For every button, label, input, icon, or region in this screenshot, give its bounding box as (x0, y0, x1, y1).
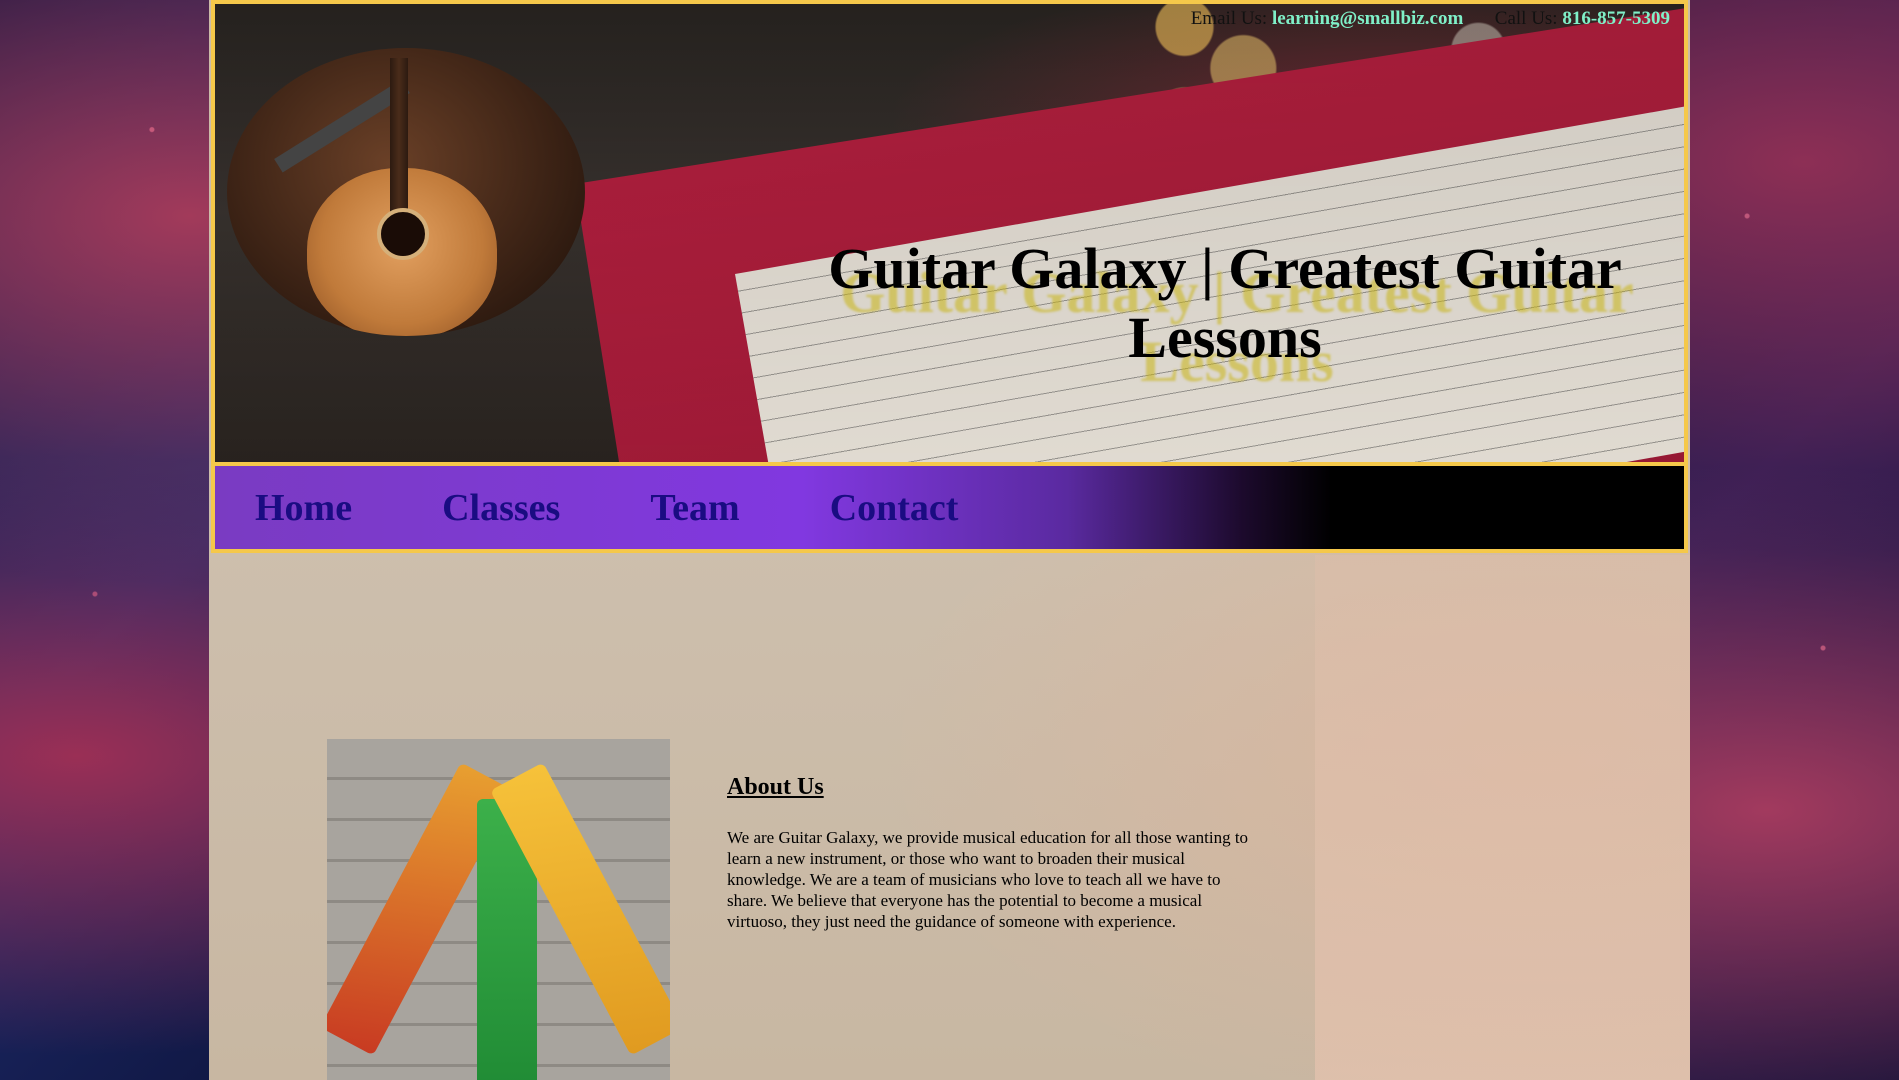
site-header: Email Us: learning@smallbiz.com Call Us:… (211, 0, 1688, 466)
page-container: Email Us: learning@smallbiz.com Call Us:… (209, 0, 1690, 1080)
guitar-logo-image (227, 48, 585, 336)
main-nav: Home Classes Team Contact (211, 466, 1688, 553)
email-link[interactable]: learning@smallbiz.com (1272, 8, 1463, 29)
nav-classes[interactable]: Classes (442, 486, 560, 530)
about-body: We are Guitar Galaxy, we provide musical… (727, 828, 1249, 931)
phone-link[interactable]: 816-857-5309 (1562, 8, 1670, 29)
decorative-panel (1315, 555, 1690, 1080)
site-title-wrap: Guitar Galaxy | Greatest Guitar Lessons (775, 234, 1675, 372)
contact-bar: Email Us: learning@smallbiz.com Call Us:… (1191, 8, 1670, 30)
email-label: Email Us: (1190, 8, 1268, 29)
nav-contact[interactable]: Contact (830, 486, 959, 530)
phone-label: Call Us: (1494, 8, 1558, 29)
guitars-photo (327, 739, 670, 1080)
nav-home[interactable]: Home (255, 486, 352, 530)
about-heading: About Us (727, 774, 824, 800)
about-section: About Us We are Guitar Galaxy, we provid… (727, 774, 1257, 932)
site-title: Guitar Galaxy | Greatest Guitar Lessons (828, 236, 1622, 370)
nav-team[interactable]: Team (650, 486, 739, 530)
